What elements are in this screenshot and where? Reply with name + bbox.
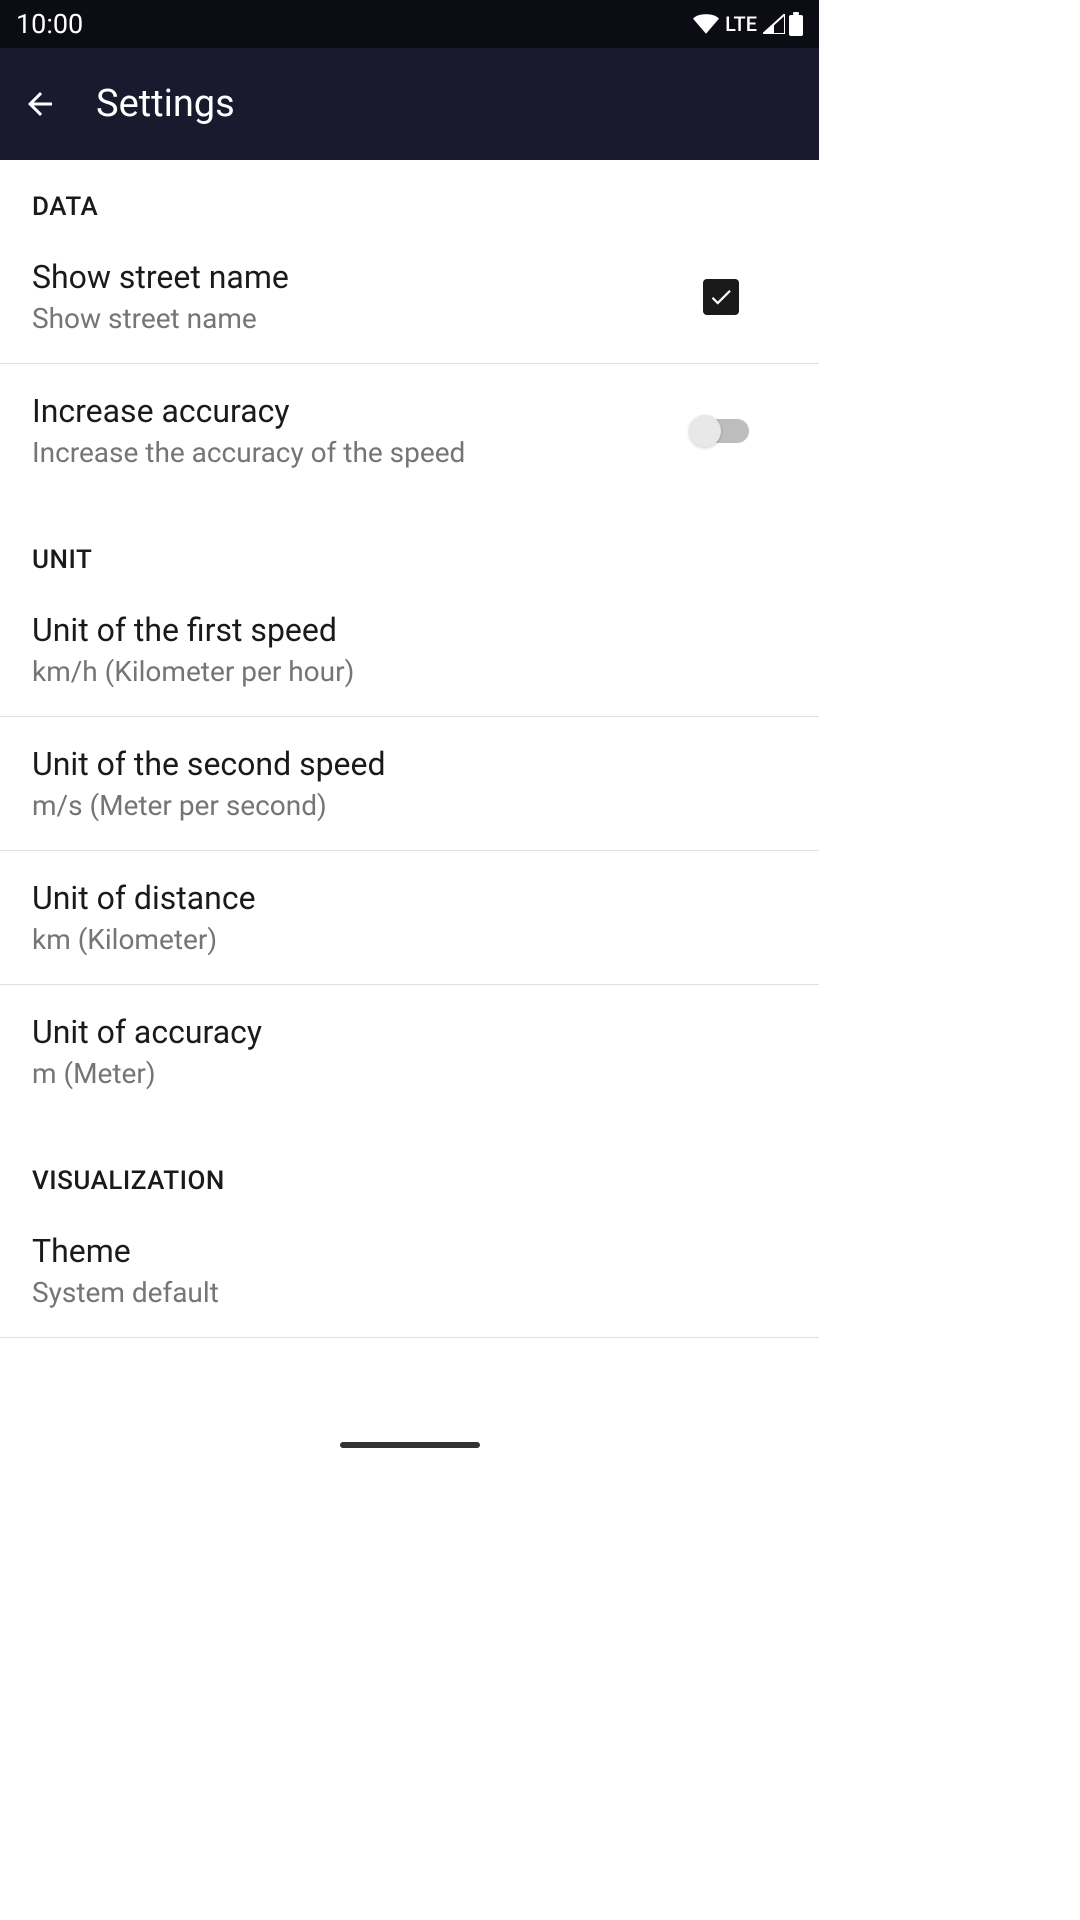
app-bar: Settings: [0, 48, 819, 160]
checkbox-street-name[interactable]: [703, 279, 739, 315]
setting-theme[interactable]: Theme System default: [0, 1204, 819, 1338]
setting-title: Increase accuracy: [32, 392, 693, 430]
signal-icon: [763, 14, 785, 34]
navigation-handle[interactable]: [340, 1442, 480, 1448]
settings-content[interactable]: DATA Show street name Show street name I…: [0, 160, 819, 1456]
toggle-thumb: [689, 415, 721, 447]
setting-subtitle: km/h (Kilometer per hour): [32, 655, 787, 688]
setting-show-street-name[interactable]: Show street name Show street name: [0, 230, 819, 364]
lte-label: LTE: [725, 12, 757, 36]
setting-title: Unit of the first speed: [32, 611, 787, 649]
setting-subtitle: System default: [32, 1276, 787, 1309]
section-header-visualization: VISUALIZATION: [0, 1134, 819, 1204]
setting-subtitle: Increase the accuracy of the speed: [32, 436, 693, 469]
status-bar: 10:00 LTE: [0, 0, 819, 48]
setting-title: Show street name: [32, 258, 703, 296]
setting-title: Unit of accuracy: [32, 1013, 787, 1051]
setting-first-speed-unit[interactable]: Unit of the first speed km/h (Kilometer …: [0, 583, 819, 717]
page-title: Settings: [96, 82, 235, 126]
status-icons: LTE: [693, 12, 803, 36]
setting-subtitle: km (Kilometer): [32, 923, 787, 956]
setting-distance-unit[interactable]: Unit of distance km (Kilometer): [0, 851, 819, 985]
wifi-icon: [693, 14, 719, 34]
setting-accuracy-unit[interactable]: Unit of accuracy m (Meter): [0, 985, 819, 1118]
setting-subtitle: Show street name: [32, 302, 703, 335]
battery-icon: [789, 12, 803, 36]
setting-increase-accuracy[interactable]: Increase accuracy Increase the accuracy …: [0, 364, 819, 497]
check-icon: [708, 284, 734, 310]
section-header-unit: UNIT: [0, 513, 819, 583]
setting-subtitle: m/s (Meter per second): [32, 789, 787, 822]
setting-title: Unit of distance: [32, 879, 787, 917]
setting-second-speed-unit[interactable]: Unit of the second speed m/s (Meter per …: [0, 717, 819, 851]
setting-title: Theme: [32, 1232, 787, 1270]
back-arrow-icon: [22, 86, 58, 122]
setting-title: Unit of the second speed: [32, 745, 787, 783]
status-time: 10:00: [16, 8, 83, 40]
section-header-data: DATA: [0, 160, 819, 230]
back-button[interactable]: [20, 84, 60, 124]
toggle-accuracy[interactable]: [693, 419, 749, 443]
setting-subtitle: m (Meter): [32, 1057, 787, 1090]
